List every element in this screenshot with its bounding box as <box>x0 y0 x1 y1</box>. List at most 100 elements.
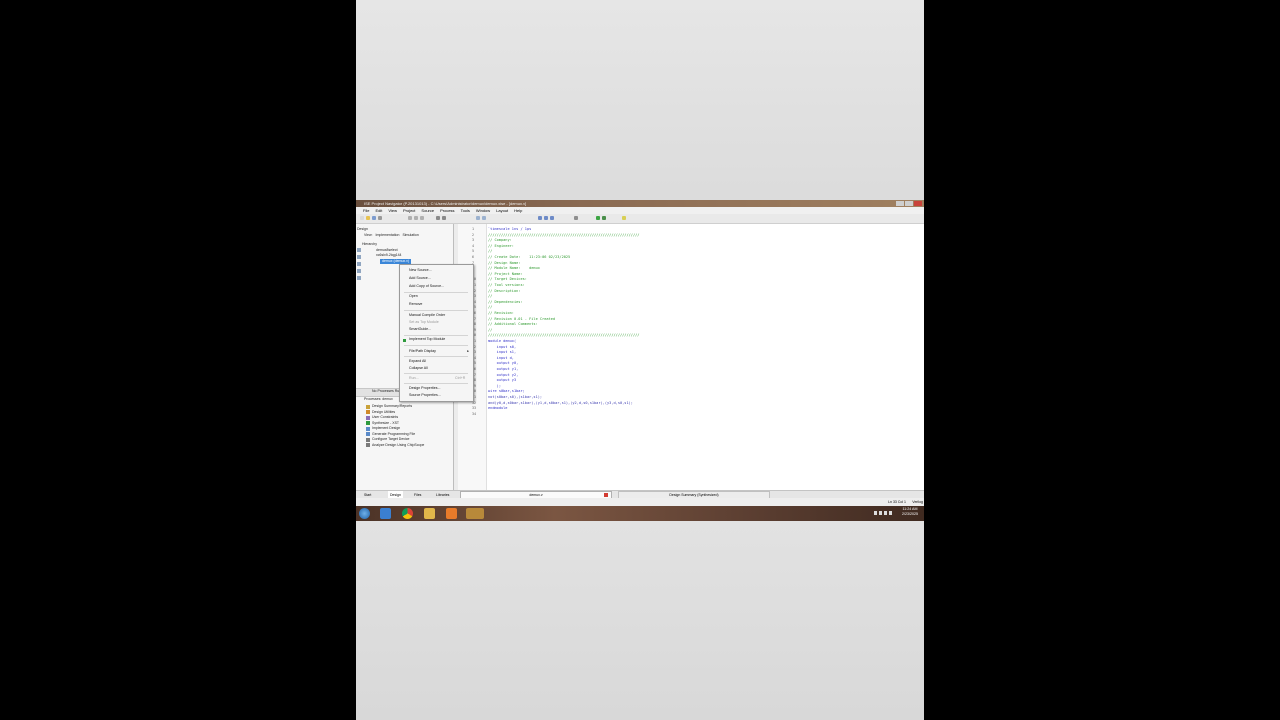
start-button-icon[interactable] <box>359 508 370 519</box>
cut-icon[interactable] <box>408 216 412 220</box>
run-icon[interactable] <box>596 216 600 220</box>
menu-source[interactable]: Source <box>421 207 434 214</box>
menu-manual-compile-order[interactable]: Manual Compile Order <box>409 313 445 317</box>
code-line[interactable]: not(s0bar,s0),(s1bar,s1); <box>488 395 542 399</box>
close-tab-icon[interactable] <box>604 493 608 497</box>
maximize-button[interactable] <box>905 201 913 206</box>
save-icon[interactable] <box>372 216 376 220</box>
menu-layout[interactable]: Layout <box>496 207 508 214</box>
code-line[interactable]: // Company: <box>488 238 512 242</box>
code-line[interactable]: module demux( <box>488 339 516 343</box>
process-item[interactable]: Analyze Design Using ChipScope <box>366 443 424 449</box>
menu-implement-top-module[interactable]: Implement Top Module <box>409 337 445 341</box>
windows-taskbar: 11:24 AM 2/23/2025 <box>356 506 924 521</box>
tray-network-icon[interactable] <box>884 511 887 515</box>
expand-icon[interactable] <box>357 276 361 280</box>
menu-process[interactable]: Process <box>440 207 454 214</box>
menu-window[interactable]: Window <box>476 207 490 214</box>
tile-icon[interactable] <box>550 216 554 220</box>
menu-add-source[interactable]: Add Source... <box>409 276 431 280</box>
layout-icon[interactable] <box>538 216 542 220</box>
menu-open[interactable]: Open <box>409 294 418 298</box>
code-line[interactable]: input d, <box>488 356 514 360</box>
menu-file[interactable]: File <box>363 207 369 214</box>
simulation-radio[interactable]: Simulation <box>402 233 418 238</box>
code-line[interactable]: wire s0bar,s1bar; <box>488 389 525 393</box>
code-line[interactable]: // <box>488 305 492 309</box>
code-line[interactable]: output y0, <box>488 361 519 365</box>
code-line[interactable]: input s1, <box>488 350 517 354</box>
code-line[interactable]: // Description: <box>488 289 520 293</box>
code-line[interactable]: ); <box>488 384 501 388</box>
ise-taskbar-icon[interactable] <box>466 508 484 519</box>
tray-arrow-icon[interactable] <box>874 511 877 515</box>
code-line[interactable]: output y3 <box>488 378 517 382</box>
add-source-icon[interactable] <box>357 248 361 252</box>
code-line[interactable]: // <box>488 328 492 332</box>
menu-tools[interactable]: Tools <box>461 207 470 214</box>
code-line[interactable]: // <box>488 294 492 298</box>
menu-project[interactable]: Project <box>403 207 415 214</box>
code-line[interactable]: // Tool versions: <box>488 283 525 287</box>
code-line[interactable]: ////////////////////////////////////////… <box>488 233 639 237</box>
code-line[interactable]: // Create Date: 11:23:06 02/23/2025 <box>488 255 570 259</box>
code-line[interactable]: input s0, <box>488 345 517 349</box>
code-line[interactable]: output y1, <box>488 367 519 371</box>
vlc-icon[interactable] <box>446 508 457 519</box>
paste-icon[interactable] <box>420 216 424 220</box>
implementation-radio[interactable]: Implementation <box>376 233 400 238</box>
menu-view[interactable]: View <box>388 207 397 214</box>
code-line[interactable]: // Target Devices: <box>488 277 527 281</box>
tray-flag-icon[interactable] <box>879 511 882 515</box>
code-line[interactable]: // Revision: <box>488 311 514 315</box>
code-line[interactable]: // Engineer: <box>488 244 514 248</box>
menu-remove[interactable]: Remove <box>409 302 422 306</box>
open-folder-icon[interactable] <box>366 216 370 220</box>
menu-new-source[interactable]: New Source... <box>409 268 432 272</box>
key-icon[interactable] <box>574 216 578 220</box>
tray-volume-icon[interactable] <box>889 511 892 515</box>
menu-smartguide[interactable]: SmartGuide... <box>409 327 431 331</box>
find-icon[interactable] <box>476 216 480 220</box>
undo-icon[interactable] <box>436 216 440 220</box>
menu-design-properties[interactable]: Design Properties... <box>409 386 441 390</box>
tree-item-device[interactable]: xc6slx9-2tqg144 <box>376 253 402 258</box>
code-line[interactable]: // Design Name: <box>488 261 520 265</box>
taskbar-clock[interactable]: 11:24 AM 2/23/2025 <box>902 507 918 517</box>
menu-edit[interactable]: Edit <box>375 207 382 214</box>
remove-icon[interactable] <box>357 262 361 266</box>
properties-icon[interactable] <box>357 269 361 273</box>
new-file-icon[interactable] <box>360 216 364 220</box>
chrome-icon[interactable] <box>402 508 413 519</box>
menu-file-path-display[interactable]: File/Path Display <box>409 349 436 353</box>
code-editor[interactable]: 1234567891011121314151617181920212223242… <box>458 224 924 490</box>
menu-expand-all[interactable]: Expand All <box>409 359 426 363</box>
code-line[interactable]: endmodule <box>488 406 507 410</box>
zoom-icon[interactable] <box>482 216 486 220</box>
window-icon[interactable] <box>544 216 548 220</box>
help-icon[interactable] <box>622 216 626 220</box>
minimize-button[interactable] <box>896 201 904 206</box>
rerun-icon[interactable] <box>602 216 606 220</box>
close-button[interactable] <box>914 201 922 206</box>
code-line[interactable]: // Revision 0.01 - File Created <box>488 317 555 321</box>
code-line[interactable]: // Project Name: <box>488 272 523 276</box>
menu-add-copy-source[interactable]: Add Copy of Source... <box>409 284 444 288</box>
print-icon[interactable] <box>378 216 382 220</box>
new-source-icon[interactable] <box>357 255 361 259</box>
code-line[interactable]: // <box>488 249 492 253</box>
file-explorer-icon[interactable] <box>424 508 435 519</box>
menu-collapse-all[interactable]: Collapse All <box>409 366 428 370</box>
redo-icon[interactable] <box>442 216 446 220</box>
code-line[interactable]: // Dependencies: <box>488 300 523 304</box>
code-line[interactable]: `timescale 1ns / 1ps <box>488 227 531 231</box>
menu-help[interactable]: Help <box>514 207 522 214</box>
internet-explorer-icon[interactable] <box>380 508 391 519</box>
code-line[interactable]: // Module Name: demux <box>488 266 540 270</box>
menu-source-properties[interactable]: Source Properties... <box>409 393 441 397</box>
copy-icon[interactable] <box>414 216 418 220</box>
code-line[interactable]: and(y0,d,s0bar,s1bar),(y1,d,s0bar,s1),(y… <box>488 401 633 405</box>
code-line[interactable]: output y2, <box>488 373 519 377</box>
code-line[interactable]: ////////////////////////////////////////… <box>488 333 639 337</box>
code-line[interactable]: // Additional Comments: <box>488 322 538 326</box>
